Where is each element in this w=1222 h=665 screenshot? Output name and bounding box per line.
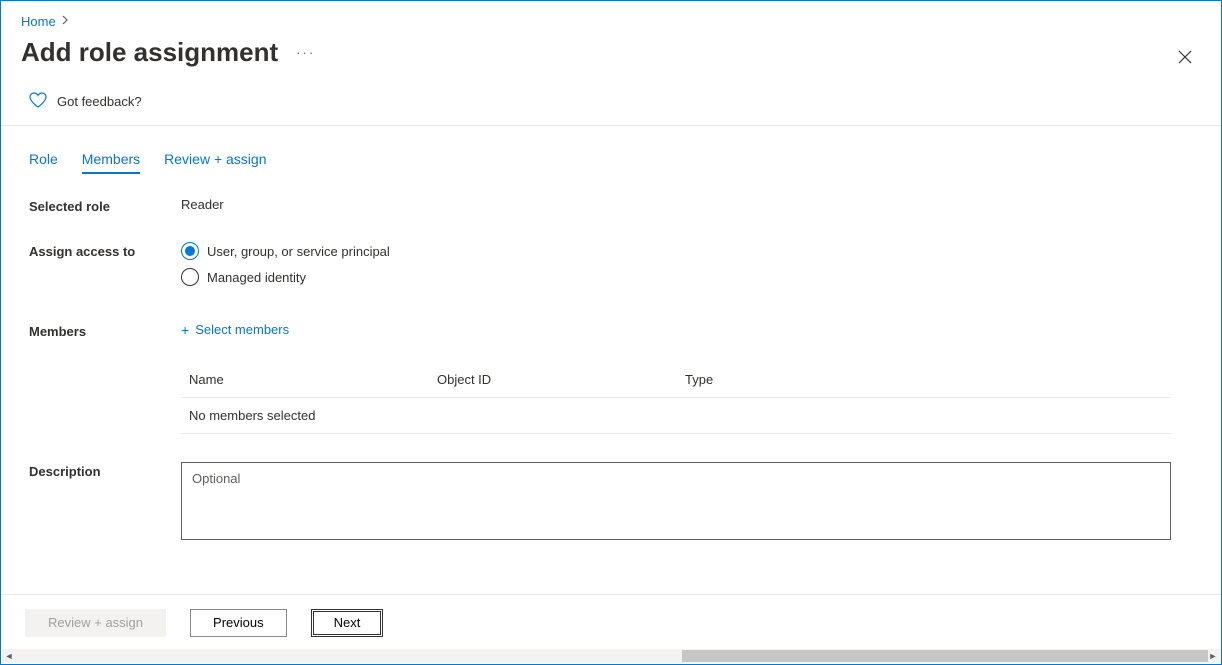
description-input[interactable]: [181, 462, 1171, 540]
chevron-right-icon: [62, 14, 70, 28]
breadcrumb-home-link[interactable]: Home: [21, 14, 56, 29]
plus-icon: +: [181, 323, 189, 337]
scroll-left-arrow-icon[interactable]: ◄: [2, 649, 16, 663]
tab-members[interactable]: Members: [82, 151, 140, 173]
description-label: Description: [29, 462, 181, 543]
heart-icon: [29, 92, 47, 111]
scroll-thumb[interactable]: [682, 650, 1208, 662]
scroll-right-arrow-icon[interactable]: ►: [1206, 649, 1220, 663]
horizontal-scrollbar[interactable]: ◄ ►: [2, 649, 1220, 663]
feedback-link[interactable]: Got feedback?: [1, 84, 1221, 125]
content-scroll-area[interactable]: Role Members Review + assign Selected ro…: [1, 131, 1221, 592]
review-assign-button[interactable]: Review + assign: [25, 609, 166, 637]
selected-role-value: Reader: [181, 197, 1201, 214]
table-header-type: Type: [685, 372, 1163, 387]
select-members-link[interactable]: + Select members: [181, 322, 289, 337]
radio-selected-icon: [181, 242, 199, 260]
radio-user-group-sp-label: User, group, or service principal: [207, 244, 390, 259]
radio-managed-identity-label: Managed identity: [207, 270, 306, 285]
table-header-object-id: Object ID: [437, 372, 685, 387]
tab-role[interactable]: Role: [29, 151, 58, 173]
radio-unselected-icon: [181, 268, 199, 286]
select-members-label: Select members: [195, 322, 289, 337]
radio-user-group-sp[interactable]: User, group, or service principal: [181, 242, 1201, 260]
tab-review-assign[interactable]: Review + assign: [164, 151, 266, 173]
selected-role-label: Selected role: [29, 197, 181, 214]
tabs: Role Members Review + assign: [29, 131, 1201, 183]
footer-bar: Review + assign Previous Next: [1, 594, 1221, 650]
close-icon[interactable]: [1177, 49, 1193, 68]
table-header-name: Name: [189, 372, 437, 387]
radio-managed-identity[interactable]: Managed identity: [181, 268, 1201, 286]
members-label: Members: [29, 322, 181, 434]
more-actions-button[interactable]: ···: [296, 45, 315, 60]
divider: [1, 125, 1221, 126]
feedback-label: Got feedback?: [57, 94, 142, 109]
breadcrumb: Home: [1, 1, 1221, 33]
next-button[interactable]: Next: [311, 609, 384, 637]
members-table: Name Object ID Type No members selected: [181, 362, 1171, 434]
page-title: Add role assignment: [21, 37, 278, 68]
table-empty-row: No members selected: [181, 398, 1171, 434]
assign-access-label: Assign access to: [29, 242, 181, 294]
previous-button[interactable]: Previous: [190, 609, 287, 637]
